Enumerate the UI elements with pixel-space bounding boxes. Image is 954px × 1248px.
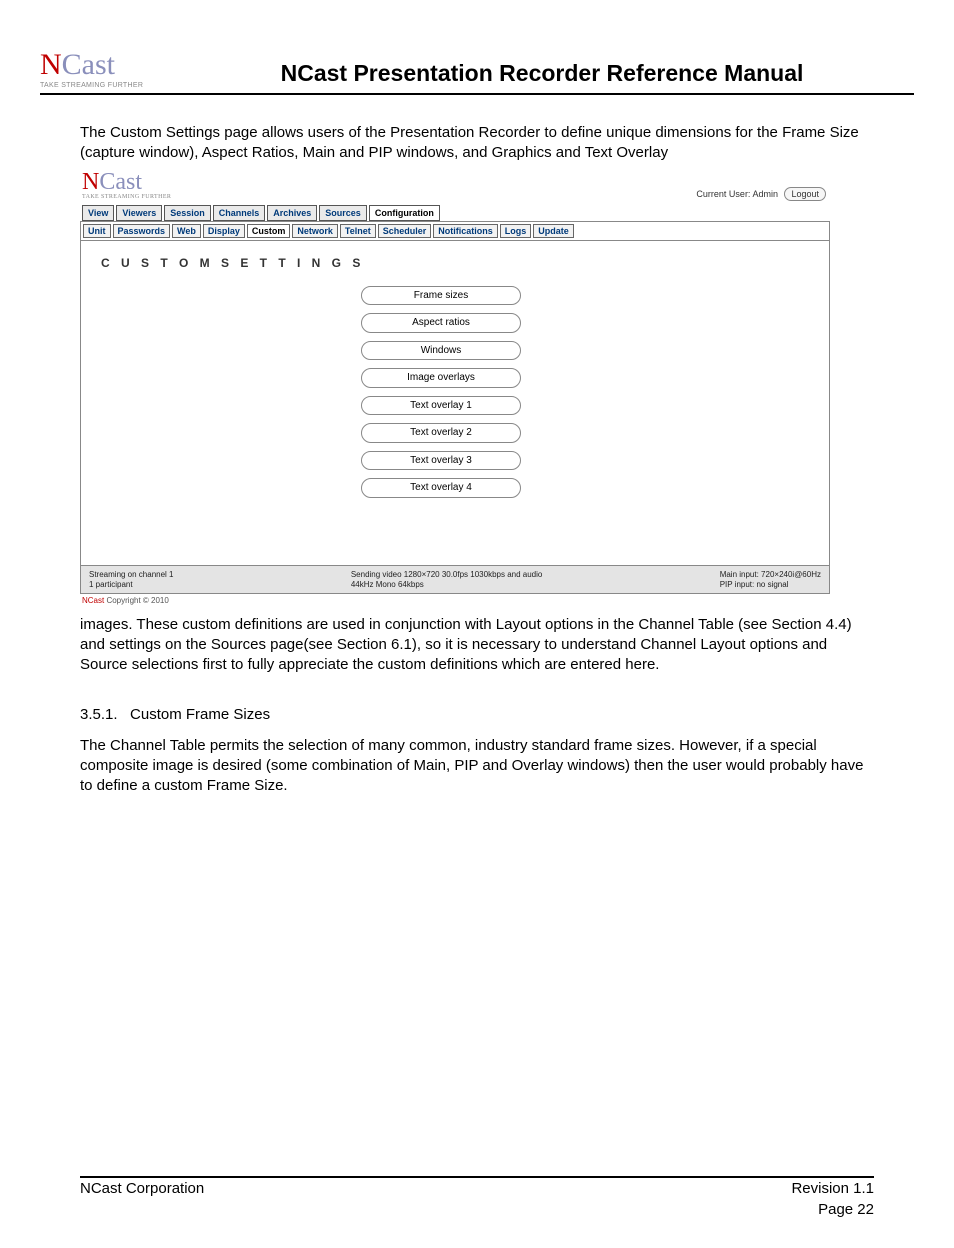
doc-header: NCast TAKE STREAMING FURTHER NCast Prese… (40, 50, 914, 95)
tab-session[interactable]: Session (164, 205, 211, 221)
subtab-update[interactable]: Update (533, 224, 574, 238)
app-logo-cast: Cast (99, 169, 142, 195)
status-left: Streaming on channel 1 1 participant (89, 570, 174, 588)
button-aspect-ratios[interactable]: Aspect ratios (361, 313, 521, 333)
copyright-rest: Copyright © 2010 (104, 596, 169, 605)
status-mid: Sending video 1280×720 30.0fps 1030kbps … (351, 570, 543, 588)
user-area: Current User: Admin Logout (696, 187, 826, 201)
section-heading: 3.5.1. Custom Frame Sizes (80, 705, 874, 725)
tab-archives[interactable]: Archives (267, 205, 317, 221)
intro-paragraph: The Custom Settings page allows users of… (80, 123, 874, 164)
panel-title: C U S T O M S E T T I N G S (101, 255, 819, 271)
app-copyright: NCast Copyright © 2010 (80, 594, 830, 607)
section-body: The Channel Table permits the selection … (80, 736, 874, 797)
sub-tabs: UnitPasswordsWebDisplayCustomNetworkTeln… (83, 224, 827, 238)
tab-configuration[interactable]: Configuration (369, 205, 440, 221)
button-windows[interactable]: Windows (361, 341, 521, 361)
footer-right: Revision 1.1 (791, 1180, 874, 1197)
settings-panel: C U S T O M S E T T I N G S Frame sizes A… (80, 241, 830, 566)
tab-channels[interactable]: Channels (213, 205, 266, 221)
button-frame-sizes[interactable]: Frame sizes (361, 286, 521, 306)
app-screenshot: NCast TAKE STREAMING FURTHER Current Use… (80, 172, 830, 607)
tab-sources[interactable]: Sources (319, 205, 367, 221)
subtab-web[interactable]: Web (172, 224, 201, 238)
logo-letter-cast: Cast (62, 48, 115, 81)
main-tabs: ViewViewersSessionChannelsArchivesSource… (80, 205, 830, 221)
subtab-bar: UnitPasswordsWebDisplayCustomNetworkTeln… (80, 221, 830, 241)
subtab-logs[interactable]: Logs (500, 224, 532, 238)
button-text-overlay-2[interactable]: Text overlay 2 (361, 423, 521, 443)
app-logo-tagline: TAKE STREAMING FURTHER (82, 193, 171, 201)
button-text-overlay-1[interactable]: Text overlay 1 (361, 396, 521, 416)
subtab-scheduler[interactable]: Scheduler (378, 224, 432, 238)
button-text-overlay-3[interactable]: Text overlay 3 (361, 451, 521, 471)
doc-title: NCast Presentation Recorder Reference Ma… (170, 60, 914, 89)
app-logo: NCast TAKE STREAMING FURTHER (82, 172, 171, 202)
subtab-display[interactable]: Display (203, 224, 245, 238)
footer-left: NCast Corporation (80, 1180, 204, 1197)
app-logo-n: N (82, 169, 99, 195)
logo-letter-n: N (40, 48, 62, 81)
subtab-unit[interactable]: Unit (83, 224, 111, 238)
header-logo: NCast TAKE STREAMING FURTHER (40, 50, 170, 89)
button-image-overlays[interactable]: Image overlays (361, 368, 521, 388)
tab-viewers[interactable]: Viewers (116, 205, 162, 221)
status-bar: Streaming on channel 1 1 participant Sen… (80, 566, 830, 593)
subtab-custom[interactable]: Custom (247, 224, 291, 238)
doc-footer: NCast Corporation Revision 1.1 (80, 1176, 874, 1197)
subtab-passwords[interactable]: Passwords (113, 224, 171, 238)
after-paragraph: images. These custom definitions are use… (80, 615, 874, 676)
logout-button[interactable]: Logout (784, 187, 826, 201)
tab-view[interactable]: View (82, 205, 114, 221)
copyright-ncast: NCast (82, 596, 104, 605)
subtab-network[interactable]: Network (292, 224, 338, 238)
button-text-overlay-4[interactable]: Text overlay 4 (361, 478, 521, 498)
subtab-notifications[interactable]: Notifications (433, 224, 498, 238)
settings-buttons: Frame sizes Aspect ratios Windows Image ove… (361, 286, 521, 498)
section-number: 3.5.1. (80, 706, 118, 723)
current-user-label: Current User: Admin (696, 189, 778, 199)
page-number: Page 22 (40, 1201, 874, 1218)
status-right: Main input: 720×240i@60Hz PIP input: no … (720, 570, 821, 588)
logo-tagline: TAKE STREAMING FURTHER (40, 82, 170, 89)
section-title: Custom Frame Sizes (130, 706, 270, 723)
subtab-telnet[interactable]: Telnet (340, 224, 376, 238)
